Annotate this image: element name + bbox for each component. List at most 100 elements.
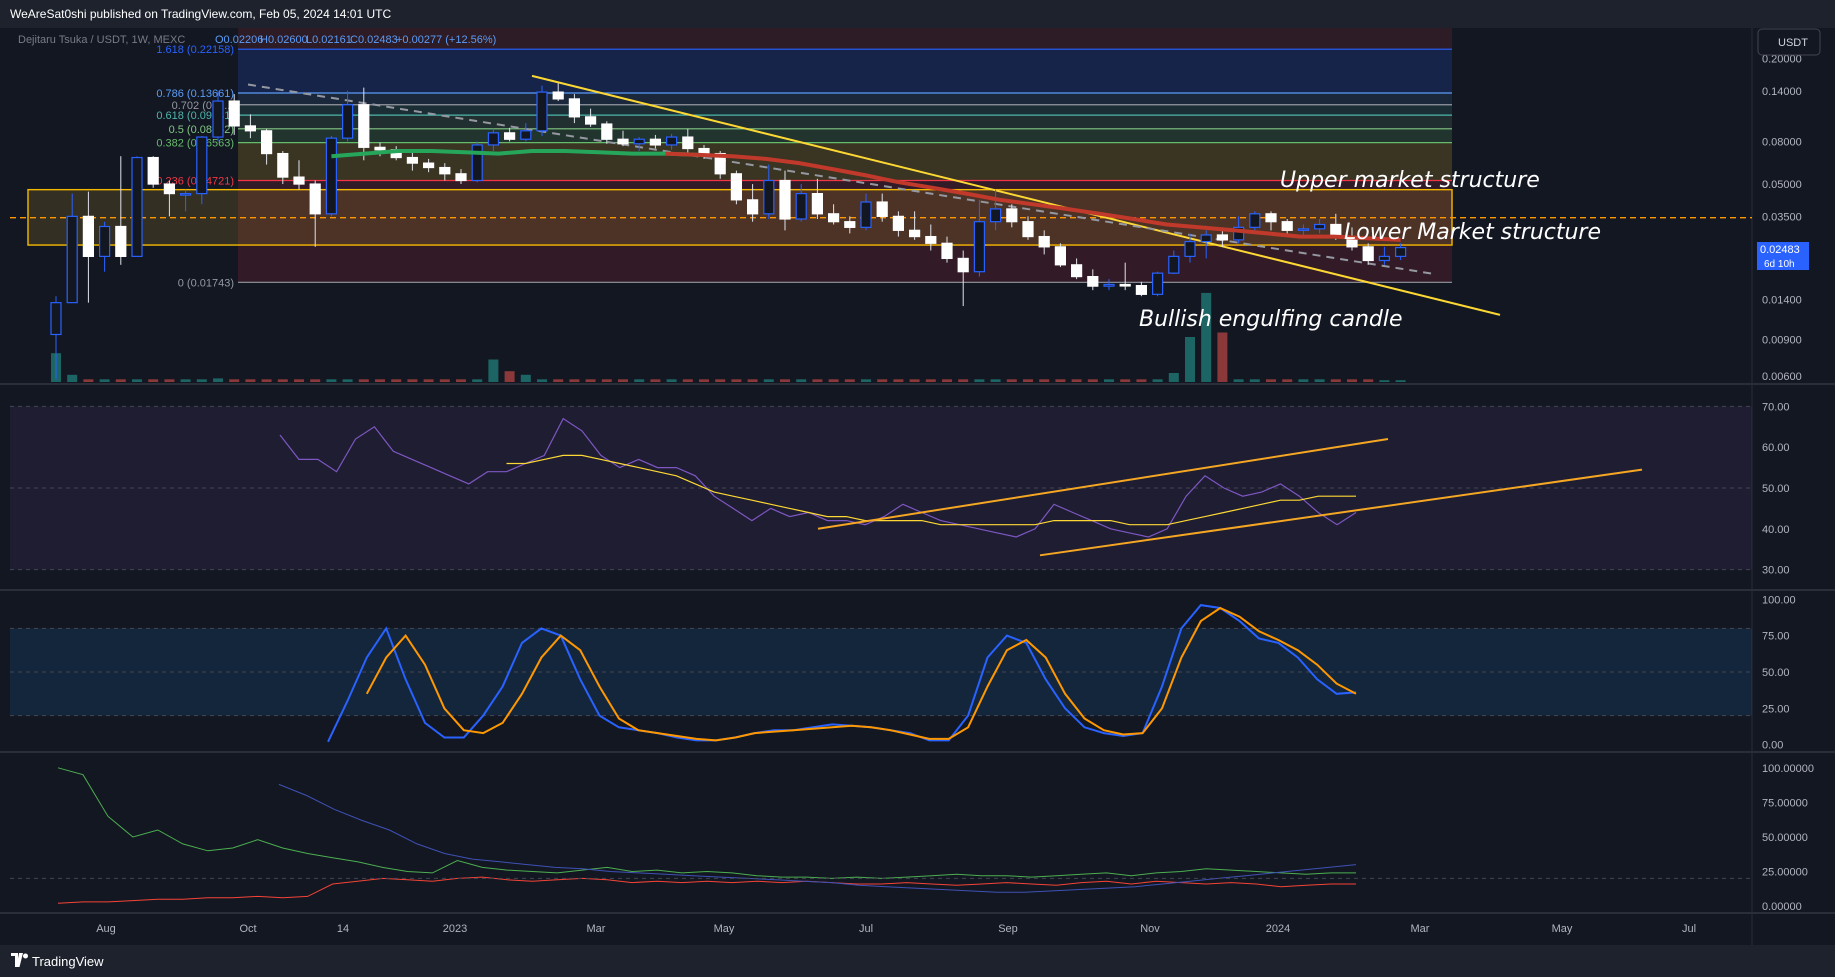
candle-body — [844, 221, 856, 228]
candle-body — [698, 147, 710, 155]
volume-bar — [1023, 379, 1033, 382]
candle-body — [973, 221, 986, 273]
candle-body — [1103, 283, 1115, 287]
volume-bar — [682, 379, 693, 382]
pane-tick: 40.00 — [1762, 524, 1790, 536]
time-tick: May — [1552, 923, 1573, 935]
pane-tick: 60.00 — [1762, 442, 1790, 454]
fib-zone — [238, 115, 1452, 129]
pane-tick: 100.00000 — [1762, 763, 1814, 775]
candle-body — [665, 136, 678, 146]
volume-bar — [213, 378, 223, 382]
volume-bar — [115, 379, 126, 382]
volume-bar — [277, 379, 288, 382]
volume-bar — [1314, 379, 1325, 382]
candle-body — [520, 130, 532, 140]
candle-body — [860, 201, 872, 228]
chart-canvas[interactable]: 1.618 (0.22158)0.786 (0.13661)0.702 (0.1… — [0, 28, 1835, 945]
candle-body — [601, 123, 613, 140]
volume-bar — [99, 379, 110, 382]
annotation-engulfing[interactable]: Bullish engulfing candle — [1139, 307, 1403, 332]
price-tick: 0.00600 — [1762, 371, 1802, 383]
candle-body — [277, 152, 289, 178]
pane-tick: 100.00 — [1762, 594, 1796, 606]
price-tick: 0.01400 — [1762, 294, 1802, 306]
volume-bar — [423, 379, 434, 382]
candle-body — [1216, 234, 1229, 241]
pane-tick: 50.00000 — [1762, 832, 1808, 844]
volume-bar — [1087, 379, 1098, 382]
volume-bar — [666, 379, 677, 382]
volume-bar — [877, 379, 888, 382]
volume-bar — [67, 374, 78, 382]
candle-body — [617, 138, 629, 145]
candle-body — [309, 183, 321, 215]
candle-body — [1006, 208, 1018, 223]
pane-tick: 0.00 — [1762, 740, 1783, 752]
volume-bar — [1298, 379, 1309, 382]
volume-bar — [1104, 379, 1114, 382]
candle-body — [1362, 246, 1374, 262]
volume-bar — [553, 379, 564, 382]
candle-body — [1119, 283, 1131, 287]
volume-bar — [747, 379, 758, 382]
pane-tick: 75.00 — [1762, 631, 1790, 643]
volume-bar — [1330, 379, 1341, 382]
pane-tick: 25.00 — [1762, 703, 1790, 715]
volume-bar — [763, 379, 774, 382]
fib-zone — [238, 49, 1452, 94]
candle-body — [1135, 284, 1148, 295]
volume-bar — [893, 379, 904, 382]
volume-bar — [844, 379, 855, 382]
candle-body — [50, 302, 62, 336]
volume-bar — [488, 359, 499, 382]
volume-bar — [585, 379, 596, 382]
volume-bar — [1006, 379, 1017, 382]
volume-bar — [180, 379, 191, 382]
candle-body — [147, 156, 159, 185]
volume-bar — [1120, 379, 1131, 382]
candle-body — [795, 192, 807, 220]
price-tick: 0.00900 — [1762, 334, 1802, 346]
volume-bar — [861, 379, 871, 382]
candle-body — [649, 138, 662, 146]
time-tick: May — [714, 923, 735, 935]
candle-body — [180, 192, 192, 196]
candle-body — [584, 116, 597, 125]
volume-bar — [601, 379, 612, 382]
volume-bar — [1347, 379, 1357, 382]
candle-body — [66, 215, 78, 304]
volume-bar — [1039, 379, 1050, 382]
annotation-lower-structure[interactable]: Lower Market structure — [1344, 220, 1601, 245]
candle-body — [1168, 255, 1180, 274]
volume-bar — [148, 379, 159, 382]
volume-bar — [1233, 379, 1244, 382]
candle-body — [1022, 221, 1034, 238]
volume-bar — [990, 379, 1001, 382]
candle-body — [827, 213, 840, 223]
fib-level-label: 0 (0.01743) — [178, 277, 234, 289]
candle-body — [82, 215, 95, 257]
volume-bar — [1055, 379, 1066, 382]
candle-body — [925, 235, 937, 244]
candle-body — [487, 132, 499, 146]
candle-body — [163, 183, 175, 195]
fib-level-label: 0.382 (0.06563) — [156, 138, 234, 150]
fib-level-label: 0.786 (0.13661) — [156, 88, 234, 100]
candle-body — [1313, 223, 1326, 230]
rsi-pane[interactable]: 70.00 60.00 50.00 40.00 30.00 — [10, 401, 1790, 577]
candle-body — [1378, 255, 1391, 262]
candle-body — [730, 173, 743, 201]
currency-button-label: USDT — [1778, 37, 1808, 49]
volume-bar — [439, 379, 450, 382]
volume-bar — [909, 379, 920, 382]
annotation-upper-structure[interactable]: Upper market structure — [1280, 168, 1540, 193]
candle-body — [1281, 221, 1293, 231]
candle-body — [115, 225, 127, 257]
volume-bar — [828, 379, 839, 382]
candle-body — [1070, 264, 1083, 278]
pane-tick: 0.00000 — [1762, 901, 1802, 913]
volume-bar — [472, 379, 483, 382]
volume-bar — [699, 379, 709, 382]
volume-bar — [456, 379, 466, 382]
